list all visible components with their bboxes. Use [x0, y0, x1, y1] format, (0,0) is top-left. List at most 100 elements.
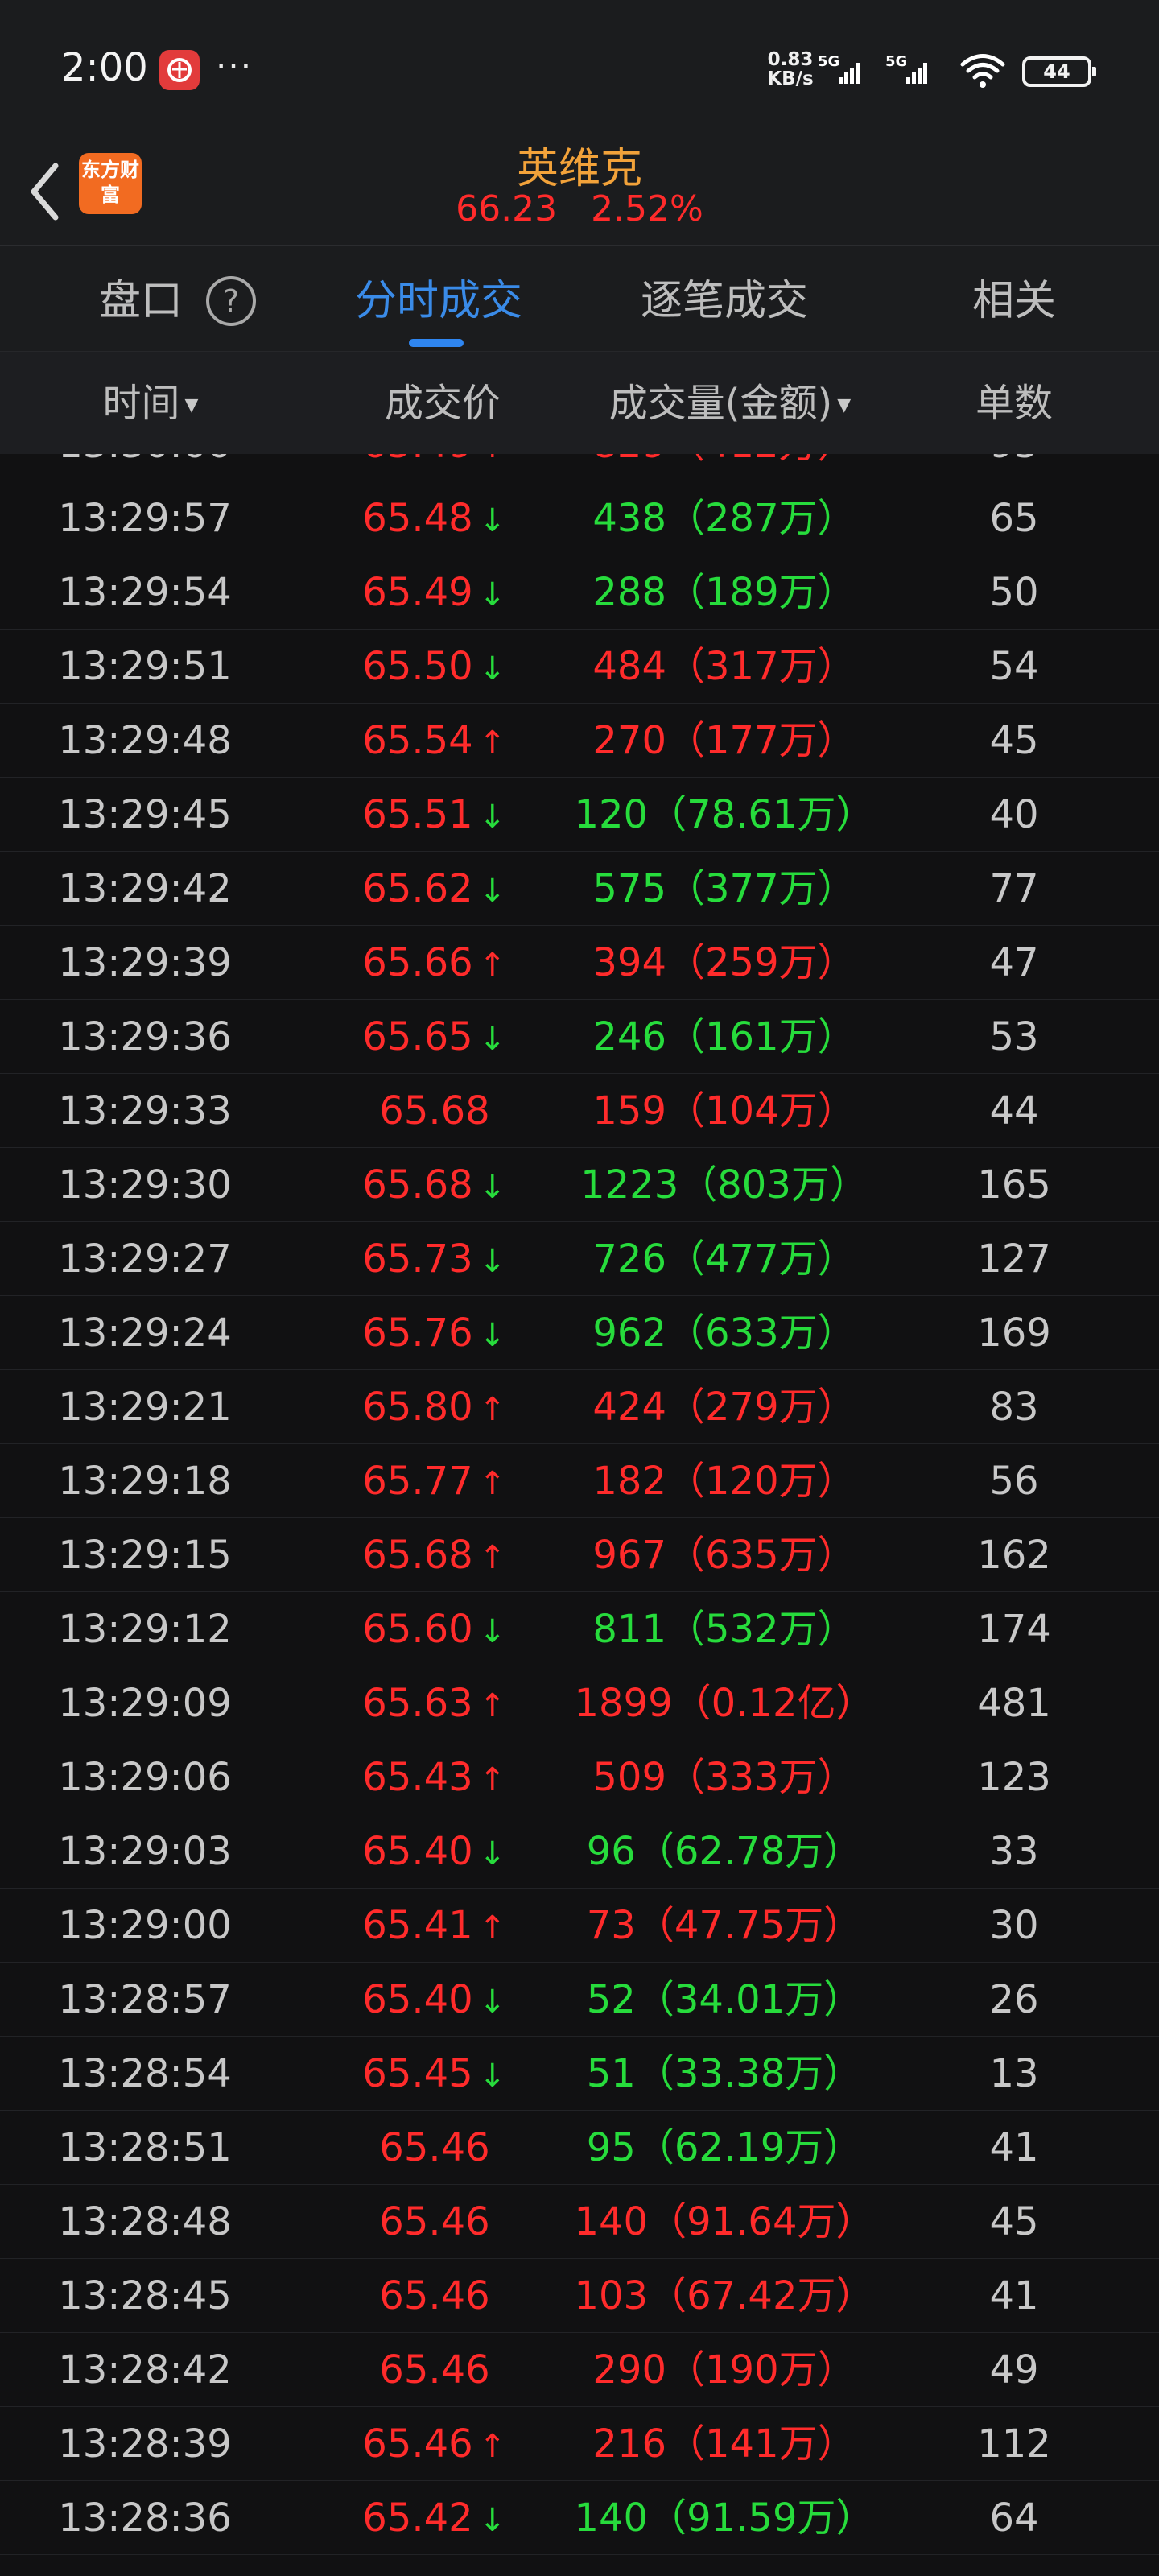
help-icon[interactable]: ?: [206, 276, 256, 326]
trade-amount: 78.61万: [687, 792, 836, 837]
trade-price: 65.42 ↓: [314, 2481, 555, 2555]
trade-time: 13:29:24: [58, 1311, 232, 1356]
trade-price-value: 65.45: [362, 2051, 473, 2096]
open-parenthesis: （: [648, 2273, 687, 2318]
trade-count: 123: [977, 1755, 1051, 1800]
trade-amount: 33.38万: [674, 2051, 824, 2096]
close-parenthesis: ）: [817, 866, 856, 911]
status-bar: 2:00 ··· 0.83 KB/s 5G 5G 44: [0, 0, 1159, 129]
trade-amount: 259万: [705, 940, 818, 985]
trade-price-value: 65.65: [362, 1014, 473, 1059]
trade-volume: 726: [592, 1236, 666, 1282]
trade-amount: 34.01万: [674, 1977, 824, 2022]
open-parenthesis: （: [648, 2199, 687, 2244]
trade-volume: 246: [592, 1014, 666, 1059]
close-parenthesis: ）: [817, 496, 856, 541]
arrow-down-icon: ↓: [478, 1835, 506, 1872]
table-row: 13:28:36 65.42 ↓ 140（91.59万） 64: [0, 2481, 1159, 2555]
tab-related[interactable]: 相关: [958, 265, 1070, 337]
open-parenthesis: （: [635, 1829, 674, 1874]
table-row: 13:29:42 65.62 ↓ 575（377万） 77: [0, 852, 1159, 926]
tab-tick-sales[interactable]: 逐笔成交: [628, 265, 821, 337]
trade-count: 77: [989, 866, 1039, 911]
trade-volume-amount: 120（78.61万）: [555, 778, 893, 852]
arrow-down-icon: ↓: [478, 873, 506, 910]
open-parenthesis: （: [672, 1681, 711, 1726]
trade-volume: 51: [586, 2051, 636, 2096]
column-count[interactable]: 单数: [954, 374, 1074, 432]
trade-time: 13:29:45: [58, 792, 232, 837]
trade-price-value: 65.40: [362, 1829, 473, 1874]
arrow-down-icon: ↓: [478, 1317, 506, 1354]
table-row: 13:29:57 65.48 ↓ 438（287万） 65: [0, 481, 1159, 555]
trade-volume: 95: [586, 2125, 636, 2170]
wifi-icon: [958, 50, 1008, 92]
trade-volume: 103: [574, 2273, 649, 2318]
trade-amount: 633万: [705, 1311, 818, 1356]
column-price[interactable]: 成交价: [346, 374, 539, 432]
trade-count: 53: [989, 1014, 1039, 1059]
trade-amount: 803万: [717, 1162, 830, 1208]
open-parenthesis: （: [678, 1162, 718, 1208]
table-row: 13:28:39 65.46 ↑ 216（141万） 112: [0, 2407, 1159, 2481]
trade-time: 13:30:00: [0, 454, 290, 481]
arrow-down-icon: ↓: [478, 1243, 506, 1280]
arrow-up-icon: ↑: [478, 2428, 506, 2465]
trade-price: 65.40 ↓: [314, 1814, 555, 1889]
table-row: 13:29:00 65.41 ↑ 73（47.75万） 30: [0, 1889, 1159, 1963]
trade-price: 65.62 ↓: [314, 852, 555, 926]
trade-price-value: 65.68: [362, 1533, 473, 1578]
column-time[interactable]: 时间 ▼: [74, 374, 227, 432]
trade-volume: 270: [592, 718, 666, 763]
trade-time: 13:29:30: [58, 1162, 232, 1208]
trade-volume-amount: 811（532万）: [555, 1592, 893, 1666]
trade-volume: 1223: [580, 1162, 679, 1208]
table-row: 13:29:45 65.51 ↓ 120（78.61万） 40: [0, 778, 1159, 852]
column-volume[interactable]: 成交量(金额) ▼: [589, 374, 871, 432]
close-parenthesis: ）: [817, 1311, 856, 1356]
trade-price: 65.40 ↓: [314, 1963, 555, 2037]
tab-time-sales[interactable]: 分时成交: [338, 265, 539, 337]
trade-time: 13:29:48: [58, 718, 232, 763]
trade-time: 13:29:54: [58, 570, 232, 615]
trade-volume-amount: 726（477万）: [555, 1222, 893, 1296]
close-parenthesis: ）: [823, 2051, 863, 2096]
table-row: 13:29:30 65.68 ↓ 1223（803万） 165: [0, 1148, 1159, 1222]
tab-order-book[interactable]: 盘口: [89, 265, 193, 337]
trade-volume-amount: 52（34.01万）: [555, 1963, 893, 2037]
trade-volume-amount: 509（333万）: [555, 1740, 893, 1814]
trade-price-value: 65.48: [362, 496, 473, 541]
trade-amount: 635万: [705, 1533, 818, 1578]
open-parenthesis: （: [666, 718, 705, 763]
trade-time: 13:28:54: [58, 2051, 232, 2096]
trade-price-value: 65.46: [379, 2347, 490, 2392]
trade-price: 65.41 ↑: [314, 1889, 555, 1963]
trade-price-value: 65.76: [362, 1311, 473, 1356]
trade-amount: 279万: [705, 1385, 818, 1430]
close-parenthesis: ）: [823, 1829, 863, 1874]
trade-volume: 159: [592, 1088, 666, 1133]
trade-volume: 484: [592, 644, 666, 689]
trade-price-value: 65.40: [362, 1977, 473, 2022]
open-parenthesis: （: [635, 2125, 674, 2170]
table-row: 13:28:42 65.46 290（190万） 49: [0, 2333, 1159, 2407]
trade-count: 41: [989, 2273, 1039, 2318]
network-speed: 0.83 KB/s: [767, 49, 814, 89]
trade-count: 65: [989, 496, 1039, 541]
table-row: 13:28:54 65.45 ↓ 51（33.38万） 13: [0, 2037, 1159, 2111]
trade-volume-amount: 438（287万）: [555, 481, 893, 555]
trade-amount: 477万: [705, 1236, 818, 1282]
trade-count: 33: [989, 1829, 1039, 1874]
trade-price: 65.60 ↓: [314, 1592, 555, 1666]
trade-count: 54: [989, 644, 1039, 689]
trade-volume: 182: [592, 1459, 666, 1504]
trade-list[interactable]: 13:30:0065.49↑829（412万）9513:29:5765.48↓4…: [0, 454, 1159, 2576]
trade-price-value: 65.46: [362, 2421, 473, 2467]
trade-amount: 161万: [705, 1014, 818, 1059]
trade-volume-amount: 1899（0.12亿）: [555, 1666, 893, 1740]
arrow-up-icon: ↑: [478, 1539, 506, 1576]
trade-price: 65.68 ↓: [314, 1148, 555, 1222]
close-parenthesis: ）: [817, 1755, 856, 1800]
trade-count: 49: [989, 2347, 1039, 2392]
trade-volume: 438: [592, 496, 666, 541]
